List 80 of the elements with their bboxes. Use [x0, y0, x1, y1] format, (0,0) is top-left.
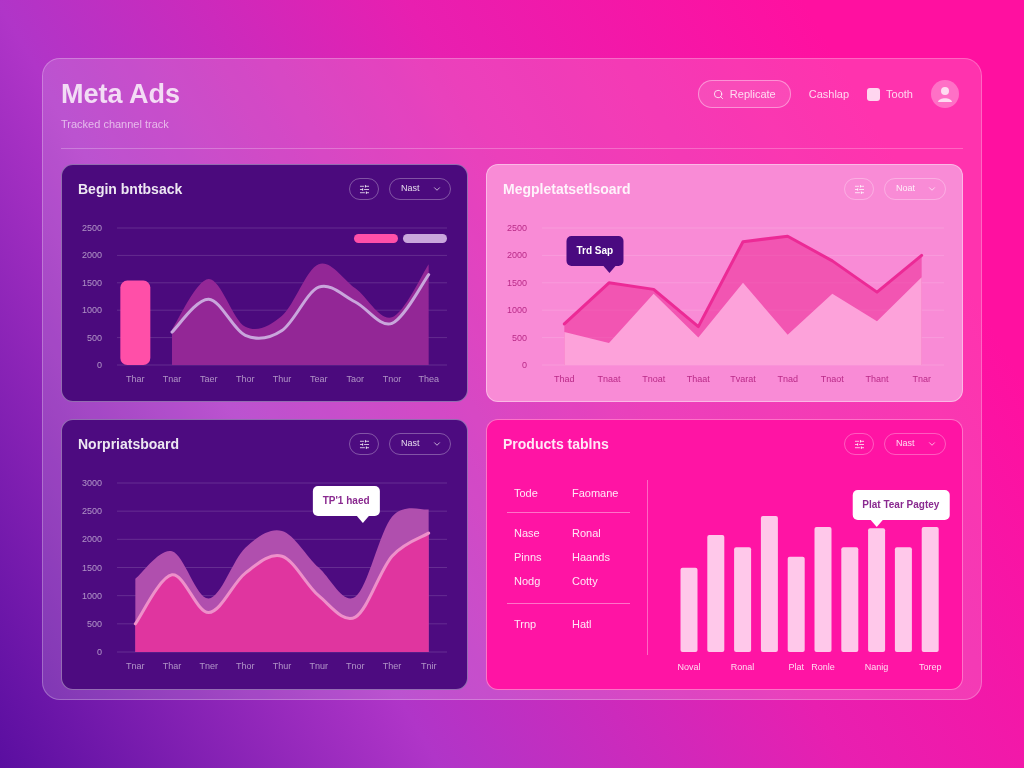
table-cell-text: Nase	[513, 526, 541, 540]
x-axis-label: Tear	[309, 374, 328, 384]
x-axis-label: Tnor	[382, 374, 402, 384]
x-axis-label: Thad	[554, 374, 575, 384]
x-axis-label: Tnir	[420, 661, 437, 671]
x-axis-label: Tnar	[912, 374, 931, 384]
table-header-cell-text: Tode	[513, 486, 539, 500]
x-axis-label: Tnad	[777, 374, 798, 384]
x-axis-label: Tnaot	[820, 374, 844, 384]
y-axis-label: 2000	[506, 250, 527, 261]
y-axis-label: 1500	[81, 562, 102, 573]
chevron-down-icon	[432, 184, 442, 194]
y-axis-label: 2500	[81, 223, 102, 233]
x-axis-label: Thur	[272, 374, 292, 384]
y-axis-label: 3000	[81, 478, 102, 488]
nav-link[interactable]: Cashlap	[808, 85, 850, 103]
table-cell-text: Hatl	[571, 617, 593, 631]
x-axis-label: Ther	[382, 661, 402, 671]
annotation: Trd Sap	[566, 235, 624, 266]
sliders-icon	[853, 183, 865, 195]
x-axis-label: Thea	[418, 374, 439, 384]
sliders-icon	[853, 438, 865, 450]
x-axis-label: Thar	[126, 374, 145, 384]
panel-title: Megpletatsetlsoard	[503, 179, 631, 199]
x-axis-label: Tnor	[346, 661, 365, 671]
table-cell-text: Haands	[571, 550, 611, 564]
chevron-down-icon	[927, 184, 937, 194]
avatar-icon[interactable]	[931, 80, 959, 108]
y-axis-label: 500	[511, 332, 527, 343]
search-button[interactable]: Replicate	[697, 80, 791, 108]
nav-item[interactable]: Tooth	[867, 85, 913, 103]
x-axis-label: Thor	[236, 374, 255, 384]
x-axis-label: Tnar	[162, 374, 182, 384]
panel-title: Begin bntbsack	[78, 179, 183, 199]
x-axis-label: Thar	[162, 661, 182, 671]
app-title: Meta Ads	[61, 79, 181, 109]
y-axis-label: 1000	[81, 305, 102, 316]
table-header-cell-text: Faomane	[571, 486, 620, 500]
table-cell-text: Trnp	[513, 617, 538, 631]
x-axis-label: Tnar	[126, 661, 145, 671]
x-axis-label: Tnoat	[642, 374, 666, 384]
chevron-down-icon	[432, 439, 442, 449]
app-subtitle: Tracked channel track	[61, 117, 170, 131]
annotation: TP'1 haed	[312, 486, 380, 516]
y-axis-label: 500	[86, 332, 102, 343]
x-axis-label: Thur	[272, 661, 292, 671]
y-axis-label: 1000	[506, 305, 527, 316]
y-axis-label: 500	[86, 618, 102, 629]
table-cell-text: Nodg	[513, 574, 542, 588]
x-axis-label: Tnur	[309, 661, 328, 671]
chevron-down-icon	[927, 439, 937, 449]
y-axis-label: 2000	[81, 534, 102, 545]
x-axis-label: Taer	[199, 374, 218, 384]
table-cell-text: Cotty	[571, 574, 599, 588]
panel-title: Products tablns	[503, 434, 609, 454]
y-axis-label: 1500	[506, 277, 527, 288]
x-axis-label: Thor	[236, 661, 255, 671]
x-axis-label: Thaat	[686, 374, 710, 384]
x-axis-label: Tner	[199, 661, 218, 671]
square-icon	[867, 87, 881, 101]
table-cell-text: Ronal	[571, 526, 602, 540]
chart-tooltip: TP'1 haed	[312, 486, 380, 523]
search-icon	[712, 88, 724, 100]
panel-title: Norpriatsboard	[78, 434, 180, 454]
x-axis-label: Thant	[865, 374, 889, 384]
chart-tooltip: Trd Sap	[566, 235, 624, 273]
x-axis-label: Tnaat	[597, 374, 621, 384]
sliders-icon	[358, 183, 370, 195]
y-axis-label: 2000	[81, 250, 102, 261]
y-axis-label: 1000	[81, 590, 102, 601]
table-cell-text: Pinns	[513, 550, 543, 564]
y-axis-label: 2500	[506, 223, 527, 233]
sliders-icon	[358, 438, 370, 450]
y-axis-label: 0	[97, 647, 102, 657]
x-axis-label: Taor	[346, 374, 365, 384]
y-axis-label: 2500	[81, 506, 102, 517]
x-axis-label: Tvarat	[730, 374, 756, 384]
y-axis-label: 0	[522, 360, 527, 370]
y-axis-label: 0	[97, 360, 102, 370]
y-axis-label: 1500	[81, 277, 102, 288]
